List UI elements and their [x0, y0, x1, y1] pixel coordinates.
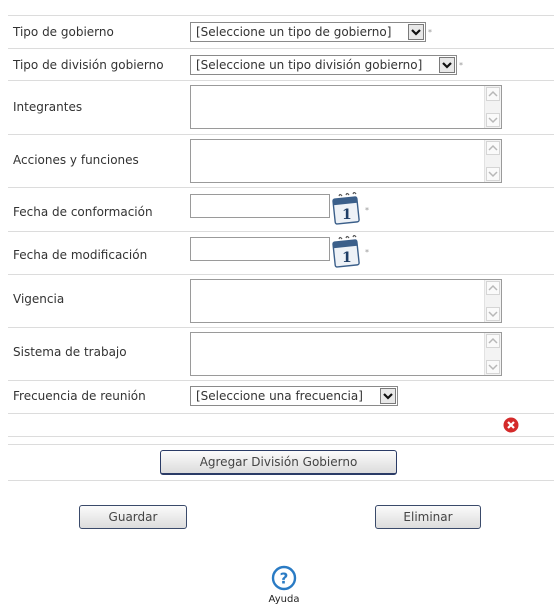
select-tipo-division[interactable]: [Seleccione un tipo división gobierno] — [190, 55, 457, 75]
scroll-up-button[interactable] — [486, 141, 500, 155]
delete-x-icon[interactable] — [503, 417, 519, 433]
row-frecuencia: Frecuencia de reunión [Seleccione una fr… — [8, 381, 554, 414]
row-tipo-division: Tipo de división gobierno [Seleccione un… — [8, 49, 554, 81]
select-tipo-division-value: [Seleccione un tipo división gobierno] — [196, 58, 423, 72]
scroll-down-button[interactable] — [486, 167, 500, 181]
scroll-down-button[interactable] — [486, 360, 500, 374]
label-fecha-modificacion: Fecha de modificación — [13, 248, 148, 262]
scroll-down-button[interactable] — [486, 307, 500, 321]
calendar-icon[interactable]: 1 — [331, 234, 363, 269]
row-agregar: Agregar División Gobierno — [8, 445, 554, 481]
row-fecha-conformacion: Fecha de conformación 1 * — [8, 188, 554, 232]
division-gobierno-form: Tipo de gobierno [Seleccione un tipo de … — [8, 15, 554, 481]
agregar-division-button[interactable]: Agregar División Gobierno — [160, 450, 397, 475]
label-tipo-gobierno: Tipo de gobierno — [13, 25, 114, 39]
row-acciones: Acciones y funciones — [8, 135, 554, 188]
label-vigencia: Vigencia — [13, 292, 65, 306]
label-fecha-conformacion: Fecha de conformación — [13, 205, 153, 219]
fecha-modificacion-input[interactable] — [190, 237, 330, 261]
calendar-day: 1 — [342, 207, 352, 223]
fecha-conformacion-input[interactable] — [190, 194, 330, 218]
scrollbar[interactable] — [484, 140, 501, 182]
scroll-up-button[interactable] — [486, 281, 500, 295]
scrollbar[interactable] — [484, 333, 501, 375]
scroll-up-button[interactable] — [486, 334, 500, 348]
select-tipo-gobierno-value: [Seleccione un tipo de gobierno] — [196, 25, 392, 39]
label-tipo-division: Tipo de división gobierno — [13, 58, 164, 72]
sistema-trabajo-textarea[interactable] — [190, 332, 502, 376]
scrollbar[interactable] — [484, 86, 501, 128]
row-fecha-modificacion: Fecha de modificación 1 * — [8, 232, 554, 275]
guardar-button[interactable]: Guardar — [79, 505, 187, 529]
required-mark: * — [365, 248, 369, 257]
help-icon[interactable]: ? — [270, 564, 298, 592]
help-glyph: ? — [280, 570, 289, 588]
scrollbar[interactable] — [484, 280, 501, 322]
chevron-down-icon[interactable] — [439, 57, 455, 73]
select-frecuencia-value: [Seleccione una frecuencia] — [196, 389, 363, 403]
acciones-textarea[interactable] — [190, 139, 502, 183]
label-integrantes: Integrantes — [13, 100, 83, 114]
row-spacer — [8, 437, 554, 445]
eliminar-button[interactable]: Eliminar — [375, 505, 481, 529]
chevron-down-icon[interactable] — [408, 24, 424, 40]
row-vigencia: Vigencia — [8, 275, 554, 328]
row-sistema-trabajo: Sistema de trabajo — [8, 328, 554, 381]
label-acciones: Acciones y funciones — [13, 153, 139, 167]
scroll-up-button[interactable] — [486, 87, 500, 101]
integrantes-textarea[interactable] — [190, 85, 502, 129]
calendar-icon[interactable]: 1 — [331, 191, 363, 226]
row-delete — [8, 414, 554, 437]
row-tipo-gobierno: Tipo de gobierno [Seleccione un tipo de … — [8, 16, 554, 49]
select-tipo-gobierno[interactable]: [Seleccione un tipo de gobierno] — [190, 22, 426, 42]
label-frecuencia: Frecuencia de reunión — [13, 389, 146, 403]
select-frecuencia[interactable]: [Seleccione una frecuencia] — [190, 386, 398, 406]
scroll-down-button[interactable] — [486, 113, 500, 127]
help-label[interactable]: Ayuda — [262, 594, 306, 605]
required-mark: * — [428, 28, 432, 37]
label-sistema-trabajo: Sistema de trabajo — [13, 345, 127, 359]
required-mark: * — [365, 206, 369, 215]
calendar-day: 1 — [342, 250, 352, 266]
chevron-down-icon[interactable] — [380, 388, 396, 404]
row-integrantes: Integrantes — [8, 81, 554, 135]
required-mark: * — [459, 61, 463, 70]
vigencia-textarea[interactable] — [190, 279, 502, 323]
